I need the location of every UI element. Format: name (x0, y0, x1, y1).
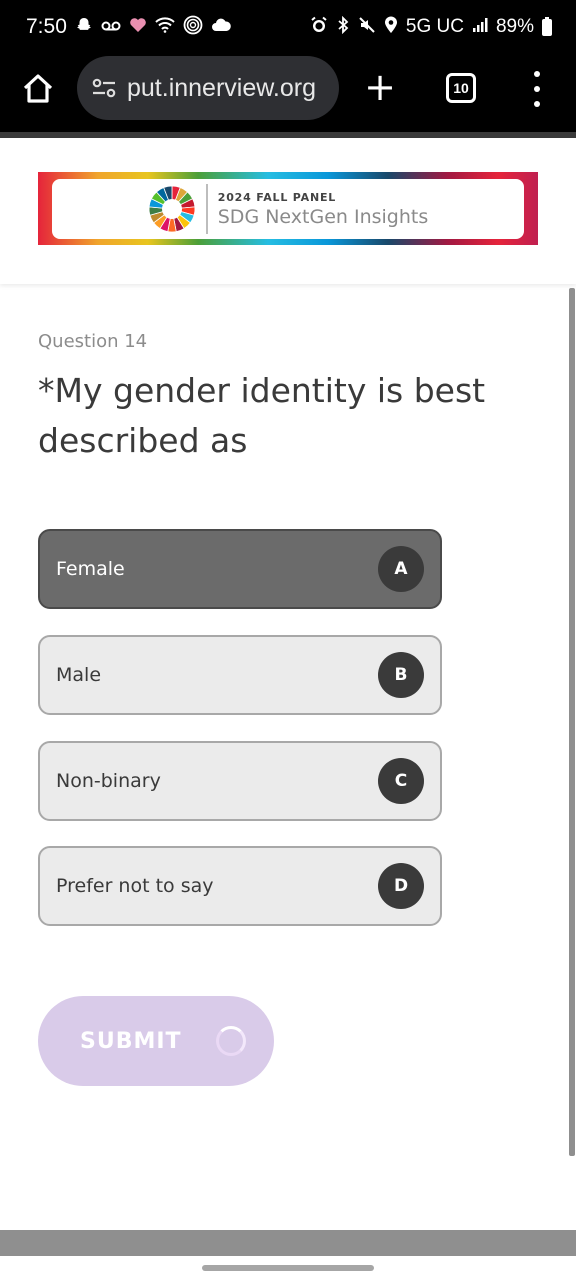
cloud-icon (211, 18, 231, 36)
banner-kicker: 2024 FALL PANEL (217, 190, 337, 204)
option-male[interactable]: Male B (38, 635, 442, 715)
sdg-banner: 2024 FALL PANEL SDG NextGen Insights (38, 172, 538, 245)
url-text: put.innerview.org (127, 73, 317, 102)
question-text: *My gender identity is best described as (38, 371, 486, 460)
option-female[interactable]: Female A (38, 529, 442, 609)
wifi-icon (155, 17, 175, 37)
browser-menu-button[interactable] (528, 71, 546, 107)
fingerprint-icon (183, 15, 203, 39)
network-type: 5G UC (405, 16, 464, 37)
tab-switcher-button[interactable]: 10 (446, 73, 476, 103)
alarm-icon (310, 16, 328, 38)
mute-icon (358, 16, 376, 38)
page-scrollbar[interactable] (569, 288, 575, 1156)
option-key-badge: C (378, 758, 424, 804)
status-left: 7:50 (26, 15, 231, 39)
option-label: Prefer not to say (56, 875, 214, 897)
option-key-badge: B (378, 652, 424, 698)
option-key-badge: D (378, 863, 424, 909)
option-label: Female (56, 558, 125, 580)
option-prefer-not-to-say[interactable]: Prefer not to say D (38, 846, 442, 926)
menu-dot (534, 101, 540, 107)
address-bar[interactable]: put.innerview.org (77, 56, 339, 120)
new-tab-button[interactable]: + (363, 67, 397, 107)
snapchat-icon (75, 16, 93, 38)
browser-toolbar: put.innerview.org + 10 (0, 54, 576, 132)
location-icon (384, 16, 398, 38)
option-label: Non-binary (56, 770, 161, 792)
gesture-handle[interactable] (202, 1265, 374, 1271)
menu-dot (534, 71, 540, 77)
banner-divider (205, 184, 208, 234)
option-non-binary[interactable]: Non-binary C (38, 741, 442, 821)
home-button[interactable] (18, 69, 58, 109)
home-icon (23, 74, 53, 103)
page-header: 2024 FALL PANEL SDG NextGen Insights (0, 138, 576, 284)
bluetooth-icon (336, 15, 350, 38)
option-key-badge: A (378, 546, 424, 592)
submit-button[interactable]: SUBMIT (38, 996, 274, 1086)
site-settings-icon[interactable] (89, 73, 119, 103)
menu-dot (534, 86, 540, 92)
banner-text: 2024 FALL PANEL SDG NextGen Insights (218, 191, 428, 228)
banner-title: SDG NextGen Insights (217, 205, 429, 228)
gesture-area (0, 1256, 576, 1280)
loading-spinner-icon (215, 1026, 246, 1056)
submit-label: SUBMIT (80, 1028, 182, 1054)
bottom-bar (0, 1230, 576, 1256)
status-right: 5G UC 89% (310, 15, 552, 38)
status-time: 7:50 (26, 15, 67, 38)
battery-percent: 89% (495, 16, 534, 37)
banner-card: 2024 FALL PANEL SDG NextGen Insights (52, 179, 524, 239)
signal-icon (472, 17, 488, 37)
voicemail-icon (101, 19, 121, 36)
heart-icon (129, 17, 147, 37)
question-number: Question 14 (38, 331, 148, 352)
status-bar: 7:50 5G UC 89% (0, 0, 576, 54)
sdg-wheel-logo (148, 185, 196, 233)
option-label: Male (56, 664, 102, 686)
battery-icon (542, 16, 552, 36)
